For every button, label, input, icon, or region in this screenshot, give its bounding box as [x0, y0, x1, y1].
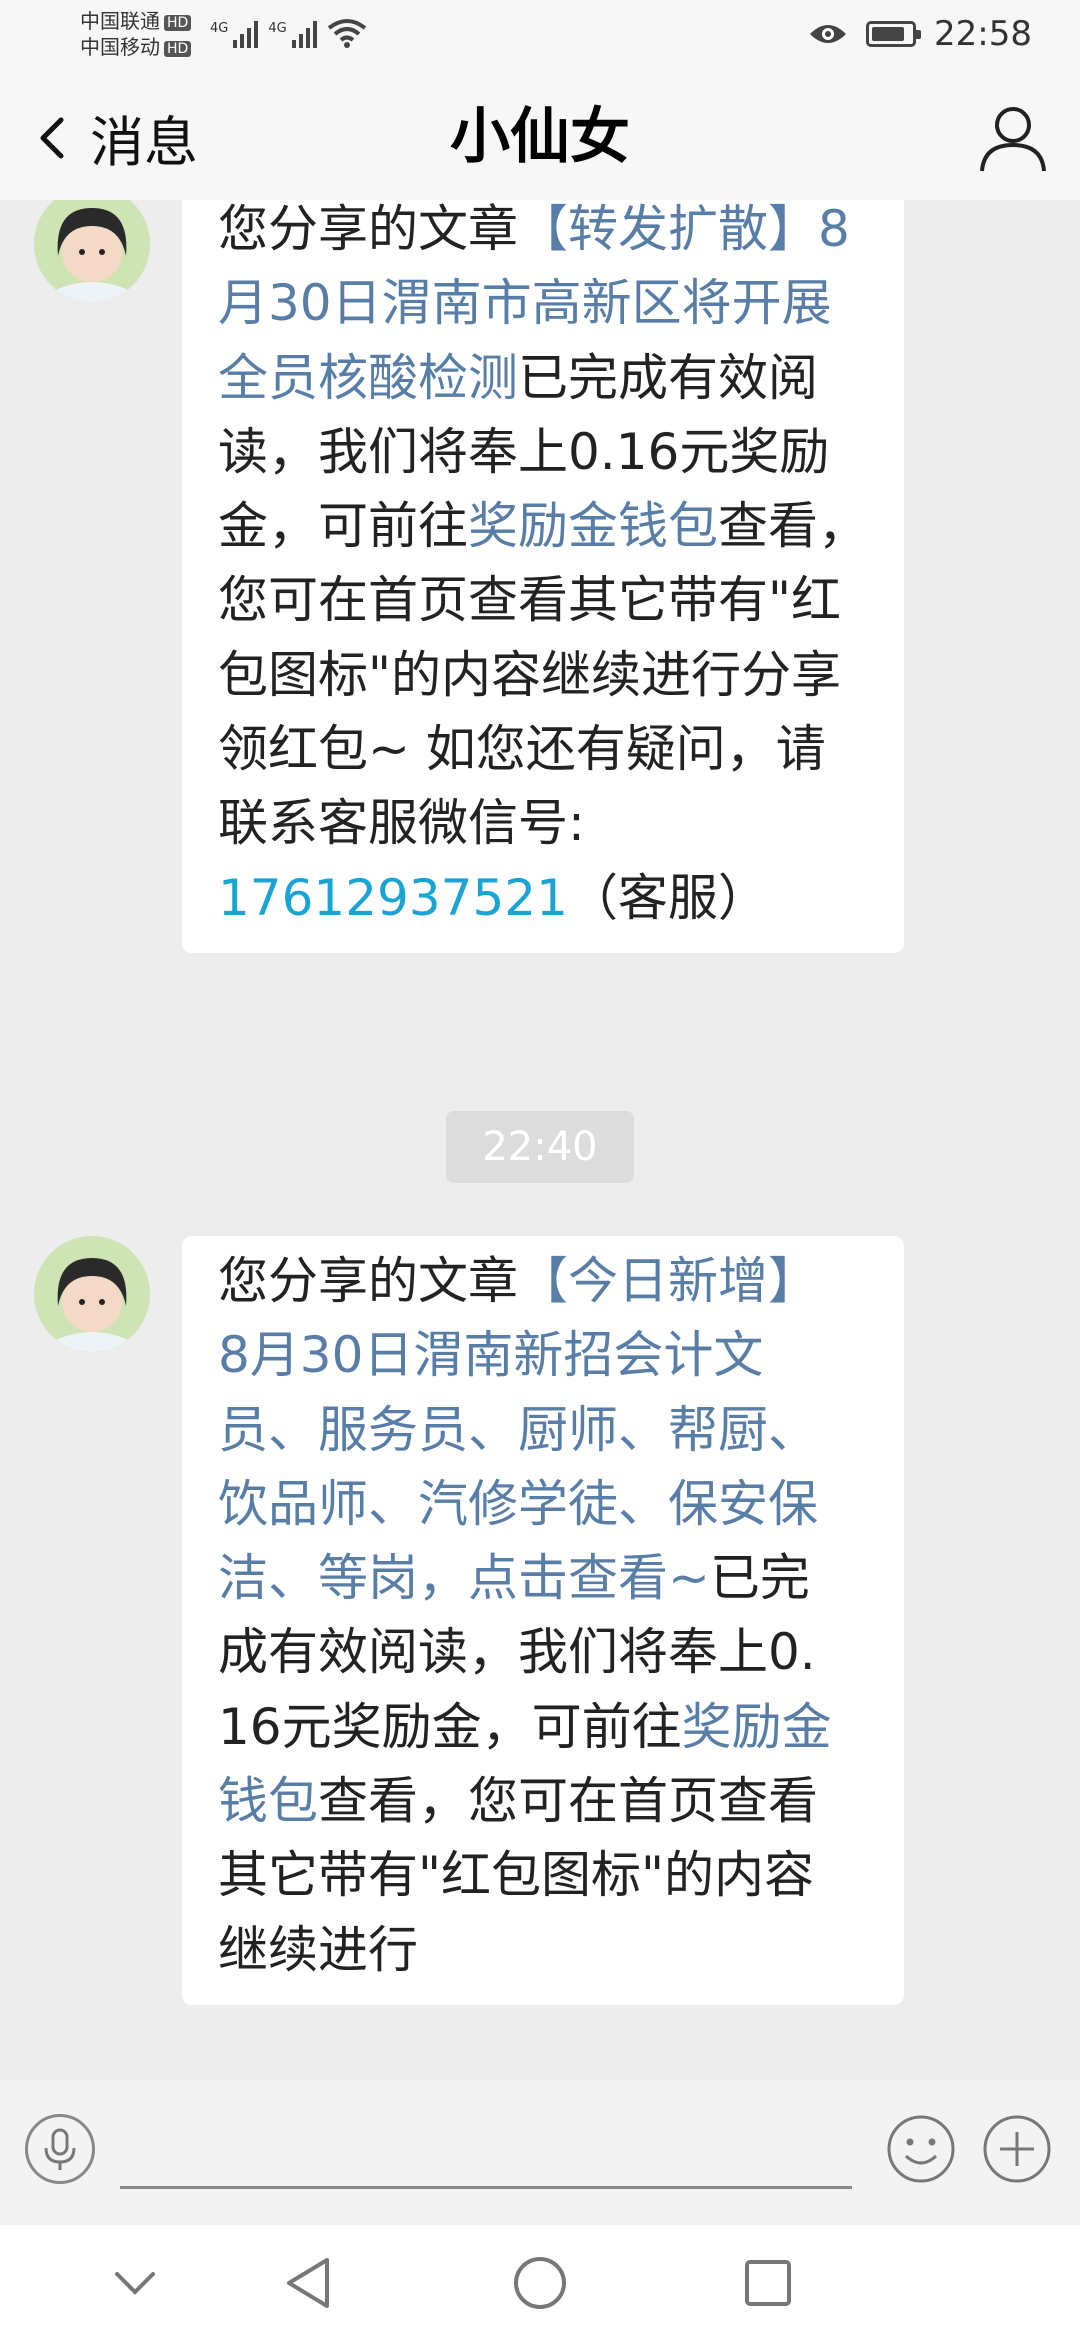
microphone-icon [44, 2128, 76, 2170]
message-bubble[interactable]: 您分享的文章【转发扩散】8月30日渭南市高新区将开展全员核酸检测已完成有效阅读，… [182, 200, 904, 953]
voice-button[interactable] [25, 2114, 95, 2184]
chat-header: 消息 小仙女 [0, 75, 1080, 200]
message-text: （客服） [567, 868, 768, 927]
avatar[interactable] [34, 200, 150, 302]
chevron-down-icon[interactable] [105, 2253, 165, 2313]
signal-icon: 4G [268, 21, 317, 48]
hd-badge: HD [164, 14, 192, 31]
message-text: 您分享的文章 [218, 200, 518, 258]
hd-badge: HD [164, 40, 192, 57]
network-label: 4G [210, 21, 229, 36]
chat-area[interactable]: 您分享的文章【转发扩散】8月30日渭南市高新区将开展全员核酸检测已完成有效阅读，… [0, 200, 1080, 2080]
page-title: 小仙女 [450, 102, 630, 172]
battery-fill [872, 27, 905, 41]
eye-icon [810, 25, 847, 43]
reward-wallet-link[interactable]: 奖励金钱包 [468, 497, 718, 555]
status-right: 22:58 [808, 14, 1032, 54]
plus-icon[interactable] [982, 2114, 1052, 2184]
emoji-icon[interactable] [886, 2114, 956, 2184]
network-label: 4G [268, 21, 287, 36]
home-circle-icon[interactable] [510, 2253, 570, 2313]
battery-icon [866, 21, 922, 47]
input-bar [0, 2080, 1080, 2225]
carrier-1-label: 中国联通 [80, 9, 160, 33]
recents-square-icon[interactable] [738, 2253, 798, 2313]
system-nav-bar [0, 2225, 1080, 2340]
time-separator: 22:40 [446, 1111, 634, 1183]
signal-indicators: 4G 4G [210, 18, 367, 48]
profile-button[interactable] [976, 101, 1050, 175]
carrier-2-label: 中国移动 [80, 35, 160, 59]
phone-link[interactable]: 17612937521 [218, 869, 568, 927]
avatar[interactable] [34, 1236, 150, 1352]
wifi-icon [327, 19, 366, 48]
message-text: 您分享的文章 [218, 1252, 518, 1310]
message-bubble[interactable]: 您分享的文章【今日新增】8月30日渭南新招会计文员、服务员、厨师、帮厨、饮品师、… [182, 1236, 904, 2005]
status-bar: 中国联通 HD 中国移动 HD 4G 4G 22:58 [0, 0, 1080, 75]
signal-icon: 4G [210, 21, 259, 48]
carrier-info: 中国联通 HD 中国移动 HD [80, 8, 192, 60]
message-input[interactable] [120, 2110, 852, 2189]
status-time: 22:58 [934, 14, 1032, 54]
back-triangle-icon[interactable] [278, 2253, 338, 2313]
person-icon [980, 107, 1046, 172]
